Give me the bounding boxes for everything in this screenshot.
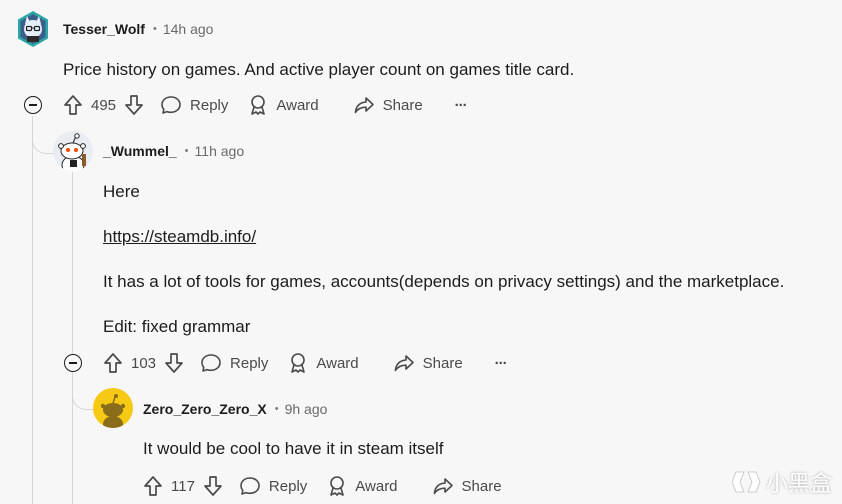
thread-line-level2 xyxy=(72,172,73,504)
share-arrow-icon xyxy=(433,478,453,495)
thread-line-root xyxy=(32,116,33,504)
award-label: Award xyxy=(316,354,359,372)
downvote-arrow-icon xyxy=(165,353,183,373)
upvote-arrow-icon xyxy=(104,353,122,373)
downvote-arrow-icon xyxy=(125,95,143,115)
share-arrow-icon xyxy=(354,97,374,114)
comment-meta: Zero_Zero_Zero_X • 9h ago xyxy=(143,399,327,419)
upvote-button[interactable] xyxy=(103,352,123,374)
comment-action-bar: 495 Reply Award Share ··· xyxy=(63,93,468,117)
award-icon xyxy=(330,476,345,496)
reply-label: Reply xyxy=(190,96,229,114)
downvote-arrow-icon xyxy=(204,476,222,496)
award-button[interactable]: Award xyxy=(248,94,319,116)
reply-button[interactable]: Reply xyxy=(160,95,228,115)
steamdb-link[interactable]: https://steamdb.info/ xyxy=(103,227,256,247)
username[interactable]: _Wummel_ xyxy=(103,143,177,159)
reply-bubble-icon xyxy=(240,477,260,495)
upvote-button[interactable] xyxy=(143,475,163,497)
avatar-snoo-icon xyxy=(58,133,86,171)
comment-action-bar: 117 Reply Award Share xyxy=(143,474,502,498)
share-label: Share xyxy=(461,477,502,495)
share-label: Share xyxy=(422,354,463,372)
more-options-icon: ··· xyxy=(454,96,468,114)
meta-separator: • xyxy=(184,145,189,157)
comment-meta: _Wummel_ • 11h ago xyxy=(103,141,244,161)
timestamp[interactable]: 14h ago xyxy=(163,21,214,37)
comment-body: It would be cool to have it in steam its… xyxy=(143,439,444,458)
collapse-thread-button[interactable] xyxy=(64,354,82,372)
share-button[interactable]: Share xyxy=(353,95,423,115)
avatar-snoo-icon xyxy=(100,394,126,428)
thread-elbow-2 xyxy=(72,374,94,410)
downvote-button[interactable] xyxy=(124,94,144,116)
username[interactable]: Zero_Zero_Zero_X xyxy=(143,401,267,417)
timestamp[interactable]: 11h ago xyxy=(195,143,245,159)
reply-button[interactable]: Reply xyxy=(239,476,307,496)
xiaoheihe-logo-icon xyxy=(731,471,761,493)
award-icon xyxy=(251,95,266,115)
award-icon xyxy=(291,353,306,373)
more-options-button[interactable]: ··· xyxy=(494,354,508,372)
upvote-arrow-icon xyxy=(144,476,162,496)
avatar[interactable] xyxy=(93,388,133,428)
meta-separator: • xyxy=(274,403,279,415)
watermark-text: 小黑盒 xyxy=(765,471,832,496)
more-options-icon: ··· xyxy=(494,354,508,372)
downvote-button[interactable] xyxy=(203,475,223,497)
upvote-button[interactable] xyxy=(63,94,83,116)
comment-meta: Tesser_Wolf • 14h ago xyxy=(63,19,213,39)
reply-label: Reply xyxy=(230,354,269,372)
xiaoheihe-watermark: 小黑盒 xyxy=(731,466,832,498)
award-button[interactable]: Award xyxy=(288,352,359,374)
comment-body-line: Here xyxy=(103,182,140,201)
more-options-button[interactable]: ··· xyxy=(454,96,468,114)
award-button[interactable]: Award xyxy=(327,475,398,497)
vote-count: 117 xyxy=(171,477,195,495)
avatar-wolf-icon xyxy=(18,11,48,47)
timestamp[interactable]: 9h ago xyxy=(285,401,328,417)
share-button[interactable]: Share xyxy=(432,476,502,496)
downvote-button[interactable] xyxy=(164,352,184,374)
share-arrow-icon xyxy=(394,355,414,372)
award-label: Award xyxy=(355,477,398,495)
thread-elbow-1 xyxy=(32,116,54,154)
share-label: Share xyxy=(382,96,423,114)
vote-count: 103 xyxy=(131,354,157,372)
share-button[interactable]: Share xyxy=(393,353,463,373)
comment-body-line: Edit: fixed grammar xyxy=(103,317,251,336)
meta-separator: • xyxy=(152,23,157,35)
username[interactable]: Tesser_Wolf xyxy=(63,21,145,37)
collapse-thread-button[interactable] xyxy=(24,96,42,114)
avatar[interactable] xyxy=(53,131,93,171)
reply-bubble-icon xyxy=(201,354,221,372)
award-label: Award xyxy=(276,96,319,114)
comment-body-line: It has a lot of tools for games, account… xyxy=(103,272,785,291)
reply-button[interactable]: Reply xyxy=(200,353,268,373)
vote-count: 495 xyxy=(91,96,117,114)
comment-body: Price history on games. And active playe… xyxy=(63,60,575,79)
upvote-arrow-icon xyxy=(64,95,82,115)
reply-bubble-icon xyxy=(161,96,181,114)
reply-label: Reply xyxy=(268,477,308,495)
comment-action-bar: 103 Reply Award Share ··· xyxy=(103,351,508,375)
avatar[interactable] xyxy=(16,10,50,48)
